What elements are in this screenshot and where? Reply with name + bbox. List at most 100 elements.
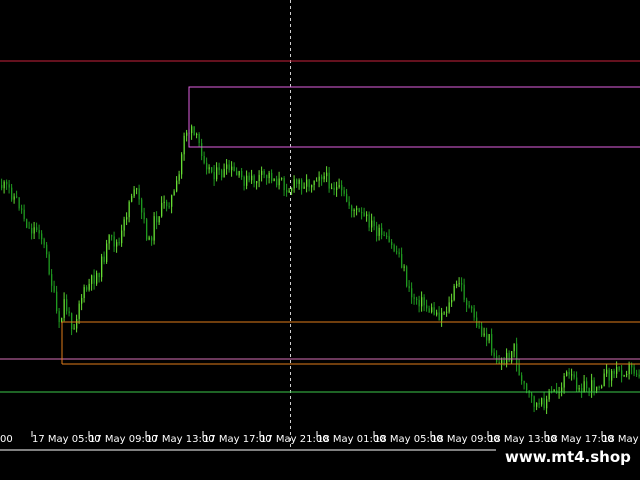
- candle-body: [386, 235, 388, 237]
- candle-body: [591, 380, 593, 392]
- candle-body: [3, 181, 5, 189]
- candle-body: [613, 370, 615, 374]
- candle-body: [293, 179, 295, 189]
- candle-body: [383, 234, 385, 236]
- candle-body: [428, 308, 430, 313]
- watermark-text: www.mt4.shop: [505, 448, 631, 466]
- candle-body: [21, 208, 23, 210]
- candle-body: [606, 369, 608, 374]
- candle-body: [216, 167, 218, 180]
- candle-body: [303, 186, 305, 189]
- candle-body: [291, 188, 293, 191]
- candle-body: [393, 245, 395, 252]
- candle-body: [621, 370, 623, 376]
- candle-body: [348, 201, 350, 206]
- candle-body: [466, 299, 468, 306]
- candle-body: [306, 179, 308, 187]
- candle-body: [356, 208, 358, 210]
- candle-body: [161, 202, 163, 217]
- candle-body: [433, 307, 435, 315]
- candle-body: [588, 388, 590, 392]
- candle-body: [53, 285, 55, 292]
- candle-body: [458, 283, 460, 285]
- candle-body: [421, 297, 423, 307]
- candle-body: [241, 170, 243, 177]
- candle-body: [483, 333, 485, 336]
- candle-body: [106, 243, 108, 262]
- candle-body: [568, 371, 570, 375]
- candle-body: [526, 383, 528, 391]
- candle-body: [88, 283, 90, 290]
- candle-body: [523, 380, 525, 384]
- candle-body: [51, 274, 53, 286]
- candle-body: [308, 179, 310, 188]
- candle-body: [553, 389, 555, 392]
- candle-body: [608, 369, 610, 381]
- candle-body: [538, 402, 540, 405]
- price-chart[interactable]: 00 17 May 05:0017 May 09:0017 May 13:0017…: [0, 0, 640, 480]
- candle-body: [461, 283, 463, 285]
- candle-body: [168, 206, 170, 208]
- candle-body: [541, 398, 543, 405]
- candle-body: [311, 184, 313, 188]
- candle-body: [31, 227, 33, 234]
- candle-body: [436, 312, 438, 315]
- candle-body: [133, 189, 135, 197]
- candle-body: [243, 176, 245, 186]
- candle-body: [256, 181, 258, 184]
- candle-body: [623, 375, 625, 377]
- candle-body: [91, 275, 93, 284]
- candle-body: [251, 175, 253, 181]
- candle-body: [506, 352, 508, 364]
- candle-body: [166, 201, 168, 207]
- candle-body: [508, 352, 510, 362]
- candle-body: [626, 374, 628, 376]
- candle-body: [536, 402, 538, 407]
- candle-body: [418, 299, 420, 307]
- candle-body: [36, 227, 38, 231]
- candle-body: [426, 305, 428, 309]
- candle-body: [288, 190, 290, 193]
- candle-body: [33, 227, 35, 234]
- candle-body: [281, 178, 283, 180]
- candle-body: [368, 214, 370, 228]
- candle-body: [128, 201, 130, 218]
- candle-body: [1, 185, 3, 189]
- candle-body: [78, 303, 80, 319]
- candle-body: [186, 132, 188, 136]
- candle-body: [253, 175, 255, 184]
- candle-body: [498, 361, 500, 364]
- candle-body: [491, 334, 493, 353]
- candle-body: [371, 220, 373, 228]
- candle-body: [43, 239, 45, 245]
- candle-body: [586, 381, 588, 389]
- candle-body: [203, 155, 205, 163]
- candle-body: [351, 205, 353, 211]
- candle-body: [211, 167, 213, 173]
- candle-body: [208, 167, 210, 170]
- candle-body: [81, 297, 83, 304]
- candle-body: [416, 298, 418, 300]
- candle-body: [181, 154, 183, 175]
- candle-body: [176, 180, 178, 192]
- candle-body: [83, 287, 85, 298]
- candle-body: [453, 285, 455, 300]
- candle-body: [218, 167, 220, 171]
- candle-body: [86, 287, 88, 290]
- candle-body: [503, 360, 505, 364]
- candle-body: [171, 195, 173, 207]
- candle-body: [633, 367, 635, 374]
- candle-body: [628, 364, 630, 375]
- candle-body: [571, 374, 573, 376]
- candle-body: [173, 191, 175, 196]
- candle-body: [396, 251, 398, 253]
- candle-body: [561, 387, 563, 393]
- candle-body: [71, 313, 73, 330]
- candle-body: [111, 235, 113, 237]
- candle-body: [468, 305, 470, 307]
- candle-body: [401, 254, 403, 268]
- candle-body: [353, 209, 355, 211]
- candle-body: [443, 312, 445, 314]
- candle-body: [388, 236, 390, 243]
- candle-body: [578, 388, 580, 390]
